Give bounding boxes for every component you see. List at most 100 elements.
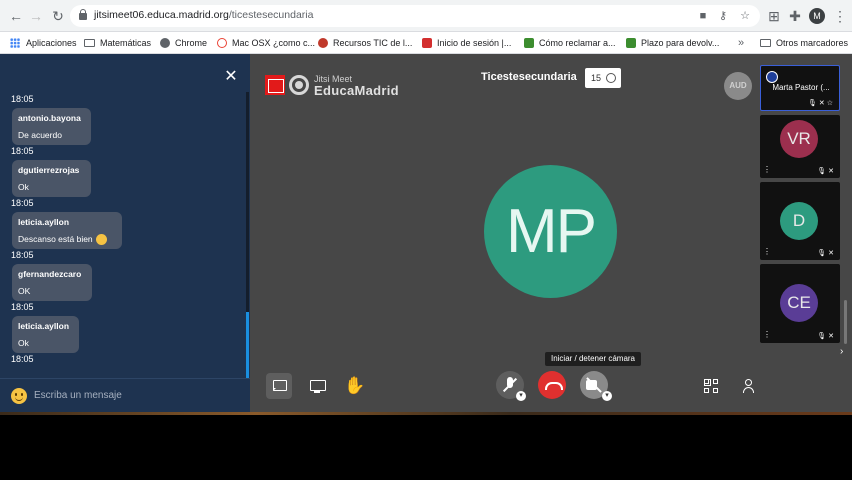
bookmark-inicio-sesion[interactable]: Inicio de sesión |... <box>422 36 511 50</box>
participants-icon <box>606 73 616 83</box>
url-text: jitsimeet06.educa.madrid.org/ticestesecu… <box>94 9 313 21</box>
message-text: Ok <box>18 182 29 192</box>
bookmark-plazo[interactable]: Plazo para devolv... <box>626 36 719 50</box>
chat-message: antonio.bayona De acuerdo <box>12 108 91 145</box>
chat-panel: ✕ 18:05 antonio.bayona De acuerdo 18:05 … <box>0 54 250 412</box>
smiley-emoji-icon <box>95 234 107 246</box>
thumb-status-icons: 🎙✕☆ <box>807 100 835 107</box>
message-text: Descanso está bien <box>18 234 93 244</box>
forward-icon[interactable]: → <box>28 8 44 24</box>
participants-counter[interactable]: 15 <box>585 68 621 88</box>
tile-view-button[interactable] <box>698 373 724 399</box>
raise-hand-icon[interactable]: ✋ <box>342 373 368 399</box>
chat-message-input[interactable]: Escriba un mensaje <box>34 390 122 401</box>
bookmark-label: Otros marcadores <box>776 38 849 48</box>
chevron-down-icon[interactable]: ▾ <box>516 391 526 401</box>
bookmark-label: Recursos TIC de l... <box>333 38 413 48</box>
message-text-row: Descanso está bien <box>18 233 116 246</box>
message-time: 18:05 <box>11 94 34 104</box>
chevron-down-icon[interactable]: ▾ <box>602 391 612 401</box>
chat-message: dgutierrezrojas Ok <box>12 160 91 197</box>
user-body-icon <box>743 387 754 393</box>
hangup-button[interactable] <box>538 371 566 399</box>
other-bookmarks[interactable]: Otros marcadores <box>760 36 848 50</box>
taskbar-strip <box>0 412 852 415</box>
site-icon <box>626 38 636 48</box>
site-icon <box>524 38 534 48</box>
key-icon[interactable]: ⚷ <box>716 9 730 23</box>
emoji-picker-icon[interactable] <box>11 388 27 404</box>
room-name: Ticestesecundaria <box>481 71 577 83</box>
participant-count: 15 <box>591 73 602 83</box>
bookmark-matematicas[interactable]: Matemáticas <box>84 36 151 50</box>
chat-message: leticia.ayllon Ok <box>12 316 79 353</box>
back-icon[interactable]: ← <box>8 8 24 24</box>
bookmark-reclamar[interactable]: Cómo reclamar a... <box>524 36 616 50</box>
thumb-status-icons: 🎙✕ <box>817 333 836 340</box>
participant-name: Marta Pastor (... <box>772 83 830 92</box>
bookmark-apps[interactable]: Aplicaciones <box>10 36 77 50</box>
chat-input-area: Escriba un mensaje <box>0 378 250 412</box>
camera-blocked-icon[interactable]: ■ <box>696 9 710 23</box>
bookmark-chrome[interactable]: Chrome <box>160 36 207 50</box>
reload-icon[interactable]: ↻ <box>50 8 66 24</box>
participant-avatar: VR <box>780 120 818 158</box>
moderator-badge-icon <box>766 71 778 83</box>
screen-share-button[interactable] <box>304 373 330 399</box>
filmstrip-scrollbar[interactable] <box>844 300 847 344</box>
extensions-grid-icon[interactable]: ⊞ <box>766 8 782 24</box>
thumb-menu-icon[interactable]: ⋮ <box>763 247 771 256</box>
message-sender: gfernandezcaro <box>18 269 82 279</box>
puzzle-icon[interactable]: ✚ <box>787 8 803 24</box>
address-bar[interactable]: jitsimeet06.educa.madrid.org/ticestesecu… <box>70 5 760 27</box>
apps-grid-icon <box>10 38 20 48</box>
filmstrip-thumb[interactable]: D ⋮ 🎙✕ <box>760 182 840 260</box>
star-icon[interactable]: ☆ <box>738 9 752 23</box>
filmstrip-thumb[interactable]: VR ⋮ 🎙✕ <box>760 115 840 178</box>
bookmark-label: Matemáticas <box>100 38 152 48</box>
participant-avatar: CE <box>780 284 818 322</box>
message-text: OK <box>18 286 31 296</box>
message-time: 18:05 <box>11 250 34 260</box>
jitsi-logo-icon <box>289 75 309 95</box>
bookmarks-overflow[interactable]: » <box>738 36 744 50</box>
bookmark-label: Chrome <box>175 38 208 48</box>
thumb-menu-icon[interactable]: ⋮ <box>763 165 771 174</box>
message-time: 18:05 <box>11 302 34 312</box>
bookmark-label: Mac OSX ¿como c... <box>232 38 316 48</box>
menu-dots-icon[interactable]: ⋮ <box>832 8 848 24</box>
chat-messages: 18:05 antonio.bayona De acuerdo 18:05 dg… <box>0 92 246 377</box>
filmstrip-thumb[interactable]: Marta Pastor (... 🎙✕☆ <box>760 65 840 111</box>
site-icon <box>318 38 328 48</box>
close-icon[interactable]: ✕ <box>224 69 238 85</box>
bookmark-recursos-tic[interactable]: Recursos TIC de l... <box>318 36 412 50</box>
user-icon <box>745 379 752 386</box>
site-icon <box>422 38 432 48</box>
google-icon <box>217 38 227 48</box>
bookmark-label: Inicio de sesión |... <box>437 38 512 48</box>
participant-avatar: D <box>780 202 818 240</box>
message-sender: leticia.ayllon <box>18 321 70 331</box>
chevron-right-icon[interactable]: › <box>840 346 843 357</box>
chat-toggle-button[interactable] <box>266 373 292 399</box>
message-text: De acuerdo <box>18 130 62 140</box>
filmstrip-thumb[interactable]: CE ⋮ 🎙✕ <box>760 264 840 343</box>
thumb-status-icons: 🎙✕ <box>817 250 836 257</box>
chat-message: gfernandezcaro OK <box>12 264 92 301</box>
message-time: 18:05 <box>11 198 34 208</box>
message-sender: antonio.bayona <box>18 113 81 123</box>
chat-scrollbar[interactable] <box>246 312 249 378</box>
thumb-status-icons: 🎙✕ <box>817 168 836 175</box>
profile-avatar[interactable]: M <box>809 8 825 24</box>
tile-cell <box>704 388 709 393</box>
thumb-menu-icon[interactable]: ⋮ <box>763 330 771 339</box>
browser-toolbar: ← → ↻ jitsimeet06.educa.madrid.org/tices… <box>0 0 852 32</box>
folder-icon <box>84 39 95 47</box>
message-time: 18:05 <box>11 354 34 364</box>
audio-only-badge: AUD <box>724 72 752 100</box>
message-sender: leticia.ayllon <box>18 217 70 227</box>
lock-icon <box>78 9 88 21</box>
folder-icon <box>760 39 771 47</box>
bookmark-label: Cómo reclamar a... <box>539 38 616 48</box>
bookmark-macosx[interactable]: Mac OSX ¿como c... <box>217 36 315 50</box>
